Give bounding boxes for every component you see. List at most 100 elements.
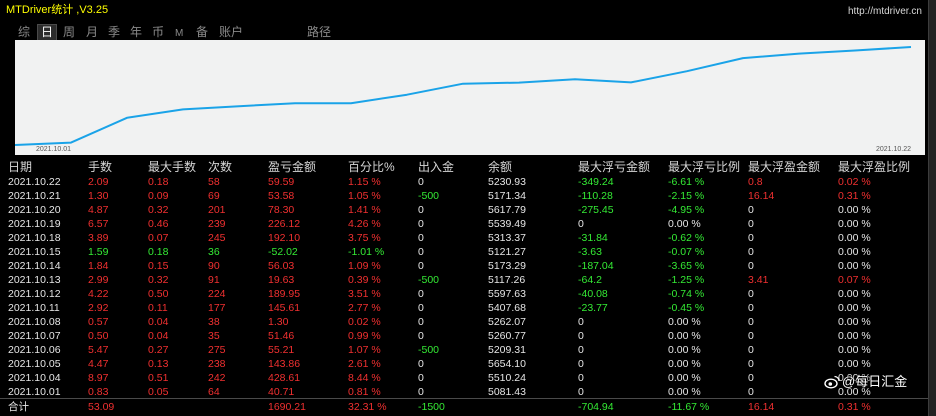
pnl-cell: 189.95 [268, 288, 301, 300]
max-floating-loss-cell: -64.2 [578, 274, 602, 286]
trades-cell: 201 [208, 204, 226, 216]
max-lots-cell: 0.51 [148, 372, 169, 384]
max-lots-cell: 0.18 [148, 246, 169, 258]
date-cell: 2021.10.19 [8, 218, 61, 230]
deposit-withdraw-cell: 0 [418, 302, 424, 314]
pnl-percent-cell: 0.81 % [348, 386, 381, 398]
deposit-withdraw-cell: 0 [418, 204, 424, 216]
trades-cell: 239 [208, 218, 226, 230]
lots-cell: 4.87 [88, 204, 109, 216]
lots-cell: 8.97 [88, 372, 109, 384]
max-floating-loss-pct-cell: 0.00 % [668, 372, 701, 384]
max-floating-profit-cell: 0 [748, 232, 754, 244]
max-floating-loss-pct-cell: 0.00 % [668, 344, 701, 356]
max-floating-loss-cell: -40.08 [578, 288, 608, 300]
trades-cell: 64 [208, 386, 220, 398]
max-lots-cell: 0.05 [148, 386, 169, 398]
pnl-percent-cell: 4.26 % [348, 218, 381, 230]
balance-cell: 5407.68 [488, 302, 526, 314]
lots-cell: 3.89 [88, 232, 109, 244]
max-floating-profit-pct-cell: 0.02 % [838, 176, 871, 188]
deposit-withdraw-cell: 0 [418, 260, 424, 272]
max-floating-profit-pct-cell: 0.00 % [838, 218, 871, 230]
deposit-withdraw-cell: 0 [418, 232, 424, 244]
pnl-percent-cell: 1.07 % [348, 344, 381, 356]
max-lots-cell: 0.13 [148, 358, 169, 370]
max-floating-profit-pct-cell: 0.07 % [838, 274, 871, 286]
pnl-percent-cell: 1.09 % [348, 260, 381, 272]
max-floating-loss-pct-cell: -11.67 % [668, 401, 710, 413]
pnl-cell: 145.61 [268, 302, 301, 314]
max-floating-loss-cell: -275.45 [578, 204, 614, 216]
pnl-percent-cell: 3.75 % [348, 232, 381, 244]
max-lots-cell: 0.15 [148, 260, 169, 272]
balance-cell: 5597.63 [488, 288, 526, 300]
deposit-withdraw-cell: -1500 [418, 401, 445, 413]
date-cell: 2021.10.22 [8, 176, 61, 188]
deposit-withdraw-cell: -500 [418, 274, 440, 286]
max-floating-profit-cell: 16.14 [748, 190, 775, 202]
max-lots-cell: 0.32 [148, 274, 169, 286]
max-lots-cell: 0.11 [148, 302, 168, 314]
max-floating-loss-cell: 0 [578, 330, 584, 342]
max-floating-loss-pct-cell: -0.45 % [668, 302, 705, 314]
max-floating-loss-cell: 0 [578, 344, 584, 356]
max-lots-cell: 0.09 [148, 190, 169, 202]
deposit-withdraw-cell: 0 [418, 288, 424, 300]
lots-cell: 4.22 [88, 288, 109, 300]
date-cell: 2021.10.21 [8, 190, 61, 202]
pnl-cell: 226.12 [268, 218, 301, 230]
max-floating-loss-pct-cell: 0.00 % [668, 358, 701, 370]
max-lots-cell: 0.04 [148, 330, 169, 342]
deposit-withdraw-cell: 0 [418, 358, 424, 370]
date-cell: 2021.10.20 [8, 204, 61, 216]
pnl-percent-cell: 1.41 % [348, 204, 381, 216]
date-cell: 2021.10.13 [8, 274, 61, 286]
pnl-cell: 192.10 [268, 232, 301, 244]
max-floating-profit-cell: 0 [748, 204, 754, 216]
max-floating-profit-pct-cell: 0.00 % [838, 204, 871, 216]
total-label: 合计 [8, 401, 29, 413]
table-row: 2021.10.19 6.57 0.46 239 226.12 4.26 % 0 5539.4… [0, 217, 928, 231]
max-floating-loss-cell: 0 [578, 372, 584, 384]
balance-cell: 5171.34 [488, 190, 526, 202]
balance-cell: 5117.26 [488, 274, 526, 286]
balance-cell: 5313.37 [488, 232, 526, 244]
pnl-cell: 143.86 [268, 358, 301, 370]
balance-cell: 5121.27 [488, 246, 526, 258]
max-floating-loss-cell: -349.24 [578, 176, 614, 188]
max-floating-profit-pct-cell: 0.00 % [838, 260, 871, 272]
table-row: 2021.10.15 1.59 0.18 36 -52.02 -1.01 % 0 5121.2… [0, 245, 928, 259]
table-row: 2021.10.14 1.84 0.15 90 56.03 1.09 % 0 5173.29 -… [0, 259, 928, 273]
date-cell: 2021.10.11 [8, 302, 60, 314]
table-row: 2021.10.20 4.87 0.32 201 78.30 1.41 % 0 5617.79… [0, 203, 928, 217]
max-floating-loss-cell: -3.63 [578, 246, 602, 258]
pnl-cell: 59.59 [268, 176, 295, 188]
date-cell: 2021.10.04 [8, 372, 61, 384]
table-row: 2021.10.07 0.50 0.04 35 51.46 0.99 % 0 5260.77 0… [0, 329, 928, 343]
pnl-cell: 55.21 [268, 344, 295, 356]
max-floating-profit-cell: 0 [748, 330, 754, 342]
max-floating-profit-pct-cell: 0.00 % [838, 246, 871, 258]
pnl-percent-cell: 0.99 % [348, 330, 381, 342]
lots-cell: 0.83 [88, 386, 109, 398]
pnl-percent-cell: -1.01 % [348, 246, 385, 258]
pnl-cell: 1.30 [268, 316, 289, 328]
max-floating-loss-cell: -23.77 [578, 302, 608, 314]
lots-cell: 2.09 [88, 176, 109, 188]
max-floating-loss-pct-cell: 0.00 % [668, 316, 701, 328]
deposit-withdraw-cell: 0 [418, 246, 424, 258]
table-row: 2021.10.04 8.97 0.51 242 428.61 8.44 % 0 5510.2… [0, 371, 928, 385]
max-floating-profit-pct-cell: 0.31 % [838, 190, 871, 202]
lots-cell: 0.57 [88, 316, 109, 328]
table-row: 2021.10.08 0.57 0.04 38 1.30 0.02 % 0 5262.07 0 0… [0, 315, 928, 329]
pnl-percent-cell: 2.61 % [348, 358, 381, 370]
max-floating-profit-pct-cell: 0.00 % [838, 302, 871, 314]
balance-cell: 5654.10 [488, 358, 526, 370]
max-floating-loss-cell: -704.94 [578, 401, 614, 413]
balance-cell: 5539.49 [488, 218, 526, 230]
deposit-withdraw-cell: -500 [418, 344, 440, 356]
pnl-percent-cell: 3.51 % [348, 288, 381, 300]
max-floating-loss-pct-cell: -2.15 % [668, 190, 705, 202]
max-lots-cell: 0.18 [148, 176, 169, 188]
